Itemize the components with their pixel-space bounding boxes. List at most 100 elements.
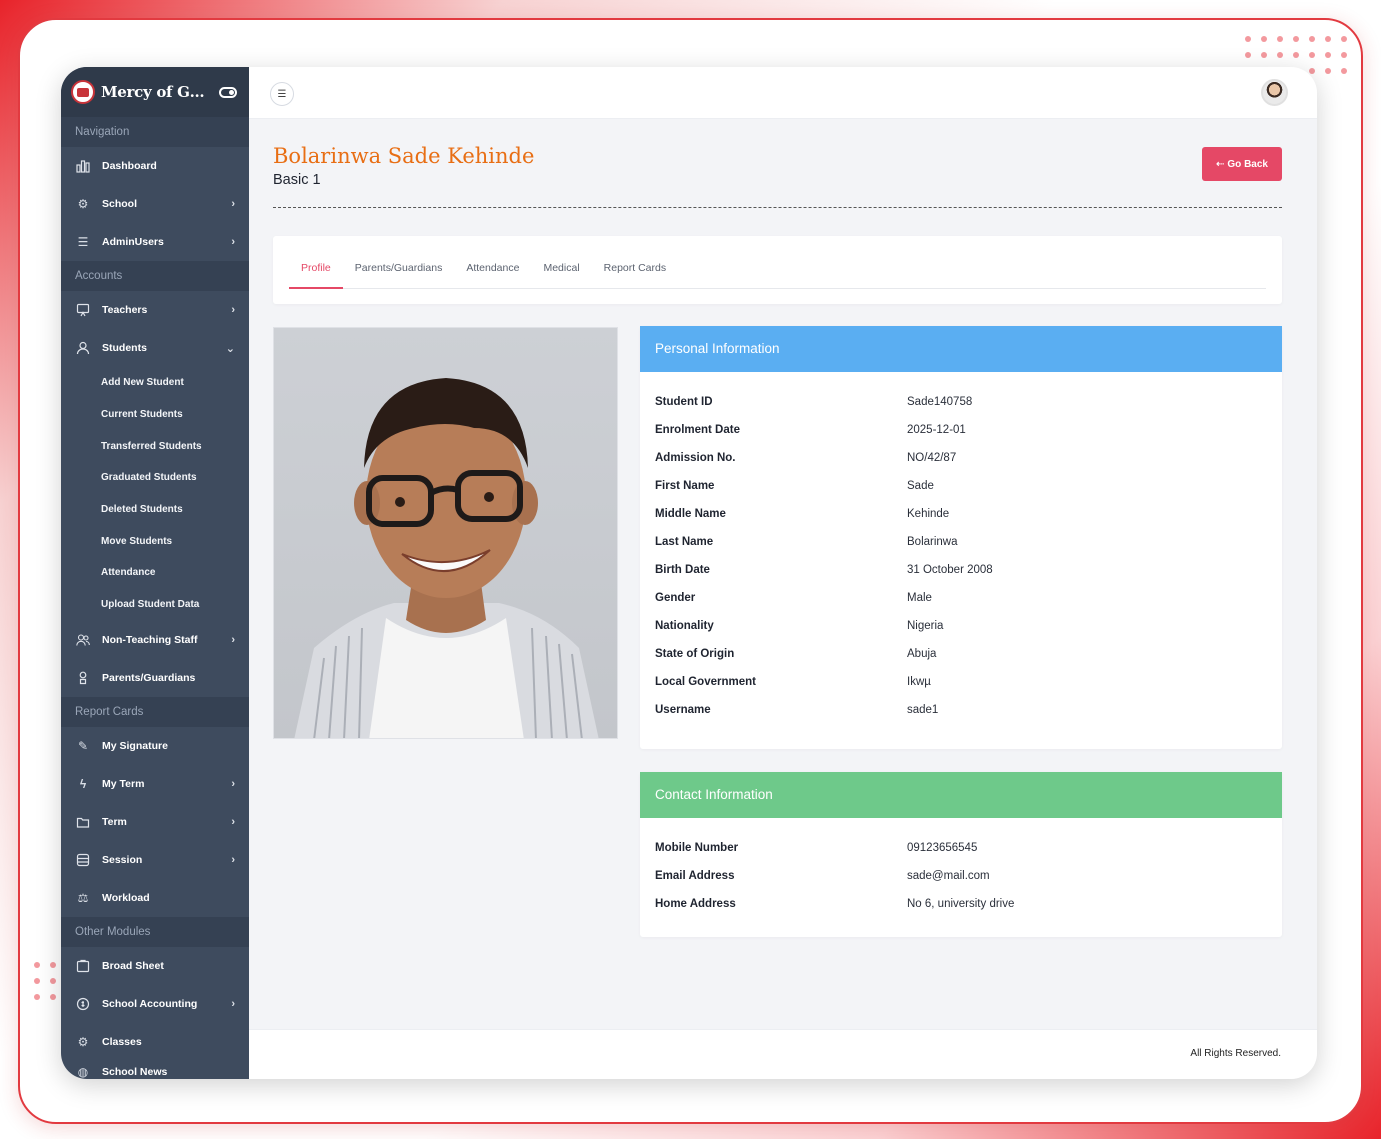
info-row: State of Origin Abuja <box>640 640 1282 668</box>
sidebar-item-students[interactable]: Students ⌄ <box>61 329 249 367</box>
sidebar-item-label: Term <box>102 815 127 828</box>
student-class: Basic 1 <box>273 172 321 188</box>
sidebar-toggle-icon[interactable] <box>219 86 237 98</box>
sidebar-item-label: School Accounting <box>102 997 198 1010</box>
go-back-button[interactable]: ⇠ Go Back <box>1202 147 1282 181</box>
sidebar-item-label: Parents/Guardians <box>102 671 196 684</box>
sidebar-item-label: My Signature <box>102 739 168 752</box>
sidebar-item-parents-guardians[interactable]: Parents/Guardians <box>61 659 249 697</box>
arrow-left-icon: ⇠ <box>1216 158 1225 170</box>
sidebar-item-label: Workload <box>102 891 150 904</box>
field-label: Home Address <box>655 898 736 910</box>
field-label: Last Name <box>655 536 714 548</box>
dot <box>34 978 40 984</box>
field-label: State of Origin <box>655 648 735 660</box>
sidebar-subitem-transferred-students[interactable]: Transferred Students <box>61 430 249 462</box>
menu-icon[interactable]: ☰ <box>270 82 294 106</box>
section-other-modules: Other Modules <box>61 916 249 947</box>
dot <box>34 994 40 1000</box>
info-row: Gender Male <box>640 584 1282 612</box>
field-label: Username <box>655 704 711 716</box>
app-window: Mercy of God Sch... Navigation Dashboard… <box>61 67 1317 1079</box>
sidebar-item-school-accounting[interactable]: School Accounting › <box>61 985 249 1023</box>
chevron-right-icon: › <box>231 853 235 866</box>
sidebar-item-my-term[interactable]: ϟ My Term › <box>61 765 249 803</box>
field-value: 31 October 2008 <box>907 564 993 576</box>
section-navigation: Navigation <box>61 117 249 147</box>
database-icon <box>75 852 91 868</box>
sidebar-item-label: Students <box>102 342 147 354</box>
sidebar-item-session[interactable]: Session › <box>61 841 249 879</box>
sidebar-item-label: Session <box>102 853 143 866</box>
user-icon <box>75 340 91 356</box>
sidebar-item-dashboard[interactable]: Dashboard <box>61 147 249 185</box>
dot <box>50 994 56 1000</box>
dot <box>50 962 56 968</box>
dot <box>1277 36 1283 42</box>
sidebar-item-label: Non-Teaching Staff <box>102 633 198 646</box>
chevron-right-icon: › <box>231 633 235 646</box>
field-value: NO/42/87 <box>907 452 957 464</box>
sidebar-item-label: Dashboard <box>102 160 157 172</box>
chevron-right-icon: › <box>231 815 235 828</box>
field-value: Abuja <box>907 648 937 660</box>
users-icon <box>75 632 91 648</box>
section-accounts: Accounts <box>61 261 249 291</box>
tab-profile[interactable]: Profile <box>289 236 343 289</box>
students-submenu: Add New Student Current Students Transfe… <box>61 367 249 621</box>
user-avatar[interactable] <box>1261 79 1288 106</box>
tab-bar: Profile Parents/Guardians Attendance Med… <box>289 236 1266 289</box>
field-label: Admission No. <box>655 452 736 464</box>
sidebar-subitem-deleted-students[interactable]: Deleted Students <box>61 494 249 526</box>
sidebar-item-broad-sheet[interactable]: Broad Sheet <box>61 947 249 985</box>
sidebar-subitem-upload-student-data[interactable]: Upload Student Data <box>61 589 249 621</box>
chevron-right-icon: › <box>231 997 235 1010</box>
sidebar-item-workload[interactable]: ⚖ Workload <box>61 879 249 917</box>
tab-attendance[interactable]: Attendance <box>454 236 531 289</box>
sidebar-subitem-attendance[interactable]: Attendance <box>61 557 249 589</box>
footer-text: All Rights Reserved. <box>1190 1048 1281 1059</box>
sidebar-item-term[interactable]: Term › <box>61 803 249 841</box>
list-icon: ☰ <box>77 235 89 249</box>
tab-report-cards[interactable]: Report Cards <box>592 236 678 289</box>
sidebar-subitem-add-new-student[interactable]: Add New Student <box>61 367 249 399</box>
dot <box>1261 36 1267 42</box>
field-label: Nationality <box>655 620 714 632</box>
chart-icon <box>75 158 91 174</box>
field-value: Bolarinwa <box>907 536 958 548</box>
sidebar-item-label: Teachers <box>102 304 148 316</box>
field-value: Ikwµ <box>907 676 931 688</box>
gear-icon: ⚙ <box>77 197 89 211</box>
sidebar-item-non-teaching-staff[interactable]: Non-Teaching Staff › <box>61 621 249 659</box>
field-value: Sade <box>907 480 934 492</box>
dot <box>1245 52 1251 58</box>
field-value: 09123656545 <box>907 842 978 854</box>
sidebar-item-school[interactable]: ⚙ School › <box>61 185 249 223</box>
info-row: Email Address sade@mail.com <box>640 862 1282 890</box>
sidebar-item-school-news[interactable]: ◍ School News <box>61 1061 249 1080</box>
sidebar-item-teachers[interactable]: Teachers › <box>61 291 249 329</box>
clipboard-icon <box>75 958 91 974</box>
sidebar-item-classes[interactable]: ⚙ Classes <box>61 1023 249 1061</box>
tab-medical[interactable]: Medical <box>531 236 591 289</box>
sidebar-subitem-current-students[interactable]: Current Students <box>61 399 249 431</box>
sidebar-item-my-signature[interactable]: ✎ My Signature <box>61 727 249 765</box>
sidebar-subitem-move-students[interactable]: Move Students <box>61 525 249 557</box>
info-row: Home Address No 6, university drive <box>640 890 1282 918</box>
field-label: Enrolment Date <box>655 424 740 436</box>
sidebar-item-label: My Term <box>102 777 145 790</box>
tab-parents-guardians[interactable]: Parents/Guardians <box>343 236 455 289</box>
tabs-card: Profile Parents/Guardians Attendance Med… <box>273 236 1282 304</box>
field-label: Birth Date <box>655 564 710 576</box>
sidebar-subitem-graduated-students[interactable]: Graduated Students <box>61 462 249 494</box>
info-row: Admission No. NO/42/87 <box>640 444 1282 472</box>
info-row: Enrolment Date 2025-12-01 <box>640 416 1282 444</box>
personal-info-card: Personal Information Student ID Sade14075… <box>640 326 1282 749</box>
field-value: Sade140758 <box>907 396 973 408</box>
dot <box>1309 36 1315 42</box>
person-pin-icon <box>75 670 91 686</box>
chevron-right-icon: › <box>231 198 235 210</box>
sidebar-item-adminusers[interactable]: ☰ AdminUsers › <box>61 223 249 261</box>
dot <box>1245 36 1251 42</box>
dot <box>1277 52 1283 58</box>
